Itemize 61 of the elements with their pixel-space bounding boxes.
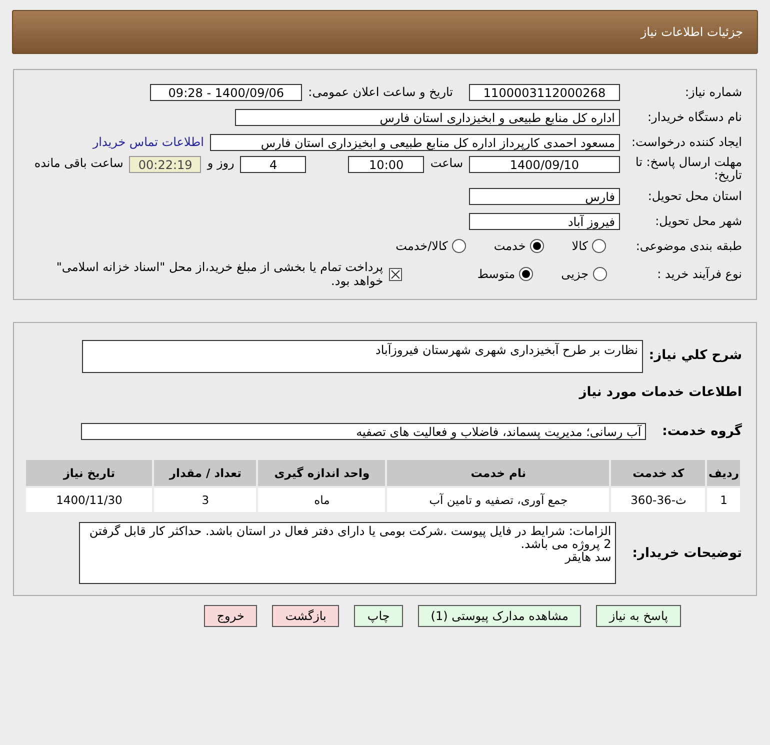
- action-button[interactable]: چاپ: [354, 605, 403, 627]
- page-title: جزئیات اطلاعات نیاز: [640, 25, 743, 39]
- field-label: طبقه بندی موضوعی:: [634, 239, 742, 253]
- field-label: ساعت باقی مانده: [34, 156, 124, 170]
- option-label: خدمت: [494, 239, 526, 253]
- column-header: نام خدمت: [386, 459, 610, 487]
- table-cell: 1: [706, 487, 741, 513]
- radio-button[interactable]: [519, 267, 534, 281]
- notes-text: سد هایقر: [564, 551, 612, 564]
- field-label: گروه خدمت:: [662, 424, 742, 438]
- table-cell: 3: [153, 487, 258, 513]
- input-field: آب رسانی؛ مدیریت پسماند، فاضلاب و فعالیت های تصفیه: [81, 422, 646, 440]
- field-label: نوع فرآیند خرید :: [656, 267, 742, 281]
- contact-link[interactable]: اطلاعات تماس خریدار: [92, 135, 204, 149]
- field-label: تاریخ و ساعت اعلان عمومی:: [308, 85, 453, 99]
- option-label: متوسط: [477, 267, 516, 281]
- radio-button[interactable]: [592, 239, 606, 253]
- table-cell: 1400/11/30: [25, 487, 154, 513]
- action-button[interactable]: بازگشت: [272, 605, 340, 627]
- table-cell: جمع آوری، تصفیه و تامین آب: [386, 487, 610, 513]
- field-label: مهلت ارسال پاسخ: تا تاریخ:: [634, 156, 742, 182]
- input-field: 00:22:19: [129, 156, 202, 173]
- option-label: جزیی: [561, 267, 588, 281]
- column-header: ردیف: [706, 459, 741, 487]
- field-label: شهر محل تحویل:: [654, 214, 742, 228]
- checkbox[interactable]: [389, 268, 402, 280]
- table-cell: ث-36-360: [610, 487, 706, 513]
- field-label: استان محل تحویل:: [646, 189, 742, 203]
- input-field: 1400/09/10: [469, 156, 620, 173]
- radio-button[interactable]: [592, 267, 606, 281]
- input-field: فارس: [469, 188, 620, 204]
- field-label: روز و: [207, 156, 234, 170]
- section-heading: اطلاعات خدمات مورد نیاز: [578, 385, 742, 400]
- column-header: تعداد / مقدار: [153, 459, 258, 487]
- option-label: کالا: [572, 239, 588, 253]
- field-label: نام دستگاه خریدار:: [646, 110, 742, 124]
- input-field: 4: [240, 156, 306, 173]
- action-button[interactable]: خروج: [204, 605, 258, 627]
- column-header: تاریخ نیاز: [25, 459, 154, 487]
- input-field: اداره کل منابع طبیعی و ابخیزداری استان فارس: [235, 108, 620, 126]
- checkbox-label: پرداخت تمام یا بخشی از مبلغ خرید،از محل "اسناد خزانه اسلامی" خواهد بود.: [55, 260, 384, 288]
- table-cell: ماه: [257, 487, 386, 513]
- field-label: شماره نیاز:: [684, 85, 742, 99]
- field-label: شرح کلي نياز:: [648, 348, 742, 363]
- input-field: 1100003112000268: [469, 84, 620, 100]
- column-header: کد خدمت: [610, 459, 706, 487]
- input-field: فیروز آباد: [469, 212, 620, 230]
- input-field: نظارت بر طرح آبخیزداری شهری شهرستان فیروزآباد: [82, 340, 643, 373]
- field-label: ساعت: [430, 156, 463, 170]
- radio-button[interactable]: [530, 239, 544, 253]
- column-header: واحد اندازه گیری: [257, 459, 386, 487]
- input-field: مسعود احمدی کارپرداز اداره کل منابع طبیعی و ابخیزداری استان فارس: [210, 134, 620, 150]
- field-label: توضیحات خریدار:: [632, 546, 742, 560]
- option-label: کالا/خدمت: [396, 239, 448, 253]
- input-field: 1400/09/06 - 09:28: [150, 84, 302, 100]
- action-button[interactable]: پاسخ به نیاز: [596, 605, 681, 627]
- action-button[interactable]: مشاهده مدارک پیوستی (1): [418, 605, 582, 627]
- notes-text: الزامات: شرایط در فایل پیوست .شرکت بومی یا دارای دفتر فعال در استان باشد. حداکثر کار قابل گرفتن 2 پروژه می باشد.: [88, 525, 612, 551]
- radio-button[interactable]: [452, 239, 466, 253]
- input-field: 10:00: [348, 156, 424, 173]
- field-label: ایجاد کننده درخواست:: [630, 135, 742, 149]
